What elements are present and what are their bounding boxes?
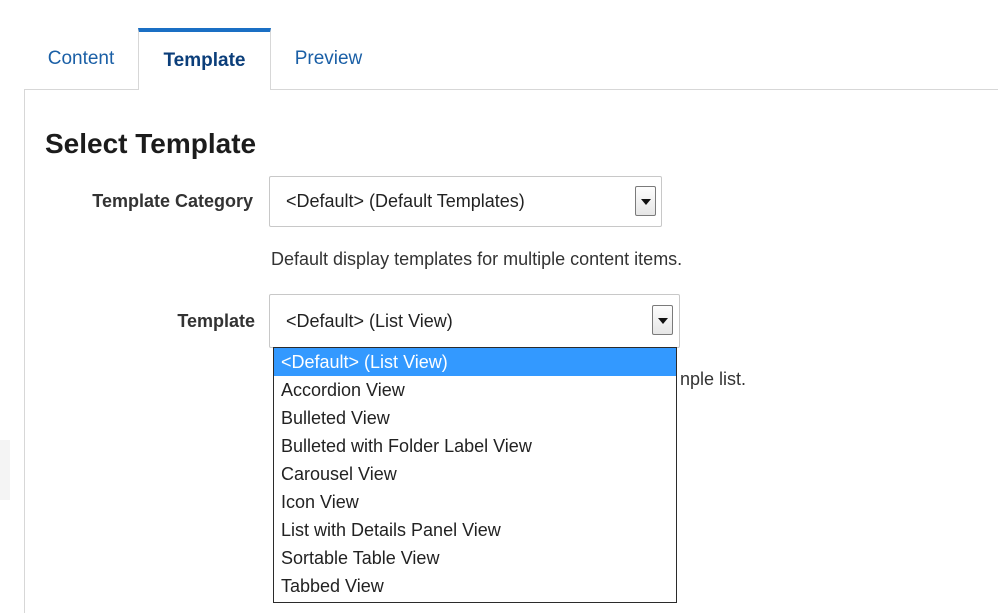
tab-divider xyxy=(24,89,138,90)
tab-content[interactable]: Content xyxy=(24,28,138,90)
template-category-value: <Default> (Default Templates) xyxy=(286,191,525,211)
page-title: Select Template xyxy=(45,128,257,159)
template-category-label: Template Category xyxy=(92,191,253,211)
left-edge-strip xyxy=(0,440,10,500)
chevron-down-icon xyxy=(658,318,668,324)
template-option[interactable]: Bulleted View xyxy=(274,404,676,432)
template-description: nple list. xyxy=(680,369,747,389)
tab-preview[interactable]: Preview xyxy=(271,28,386,90)
dropdown-arrow-button[interactable] xyxy=(652,305,673,335)
template-option[interactable]: Icon View xyxy=(274,488,676,516)
template-option[interactable]: Bulleted with Folder Label View xyxy=(274,432,676,460)
tab-divider xyxy=(271,89,998,90)
template-option[interactable]: <Default> (List View) xyxy=(274,348,676,376)
page: Content Template Preview Select Template… xyxy=(0,0,998,613)
tab-template[interactable]: Template xyxy=(138,28,271,90)
template-select[interactable]: <Default> (List View) xyxy=(269,294,680,348)
template-label: Template xyxy=(177,311,255,331)
panel-border xyxy=(24,89,25,613)
template-value: <Default> (List View) xyxy=(286,311,453,331)
template-option[interactable]: List with Details Panel View xyxy=(274,516,676,544)
template-category-description: Default display templates for multiple c… xyxy=(271,249,683,269)
template-option[interactable]: Carousel View xyxy=(274,460,676,488)
chevron-down-icon xyxy=(641,199,651,205)
template-category-select[interactable]: <Default> (Default Templates) xyxy=(269,176,662,227)
template-option[interactable]: Tabbed View xyxy=(274,572,676,600)
template-option[interactable]: Sortable Table View xyxy=(274,544,676,572)
template-option[interactable]: Accordion View xyxy=(274,376,676,404)
dropdown-arrow-button[interactable] xyxy=(635,186,656,216)
template-options-list: <Default> (List View) Accordion View Bul… xyxy=(273,347,677,603)
